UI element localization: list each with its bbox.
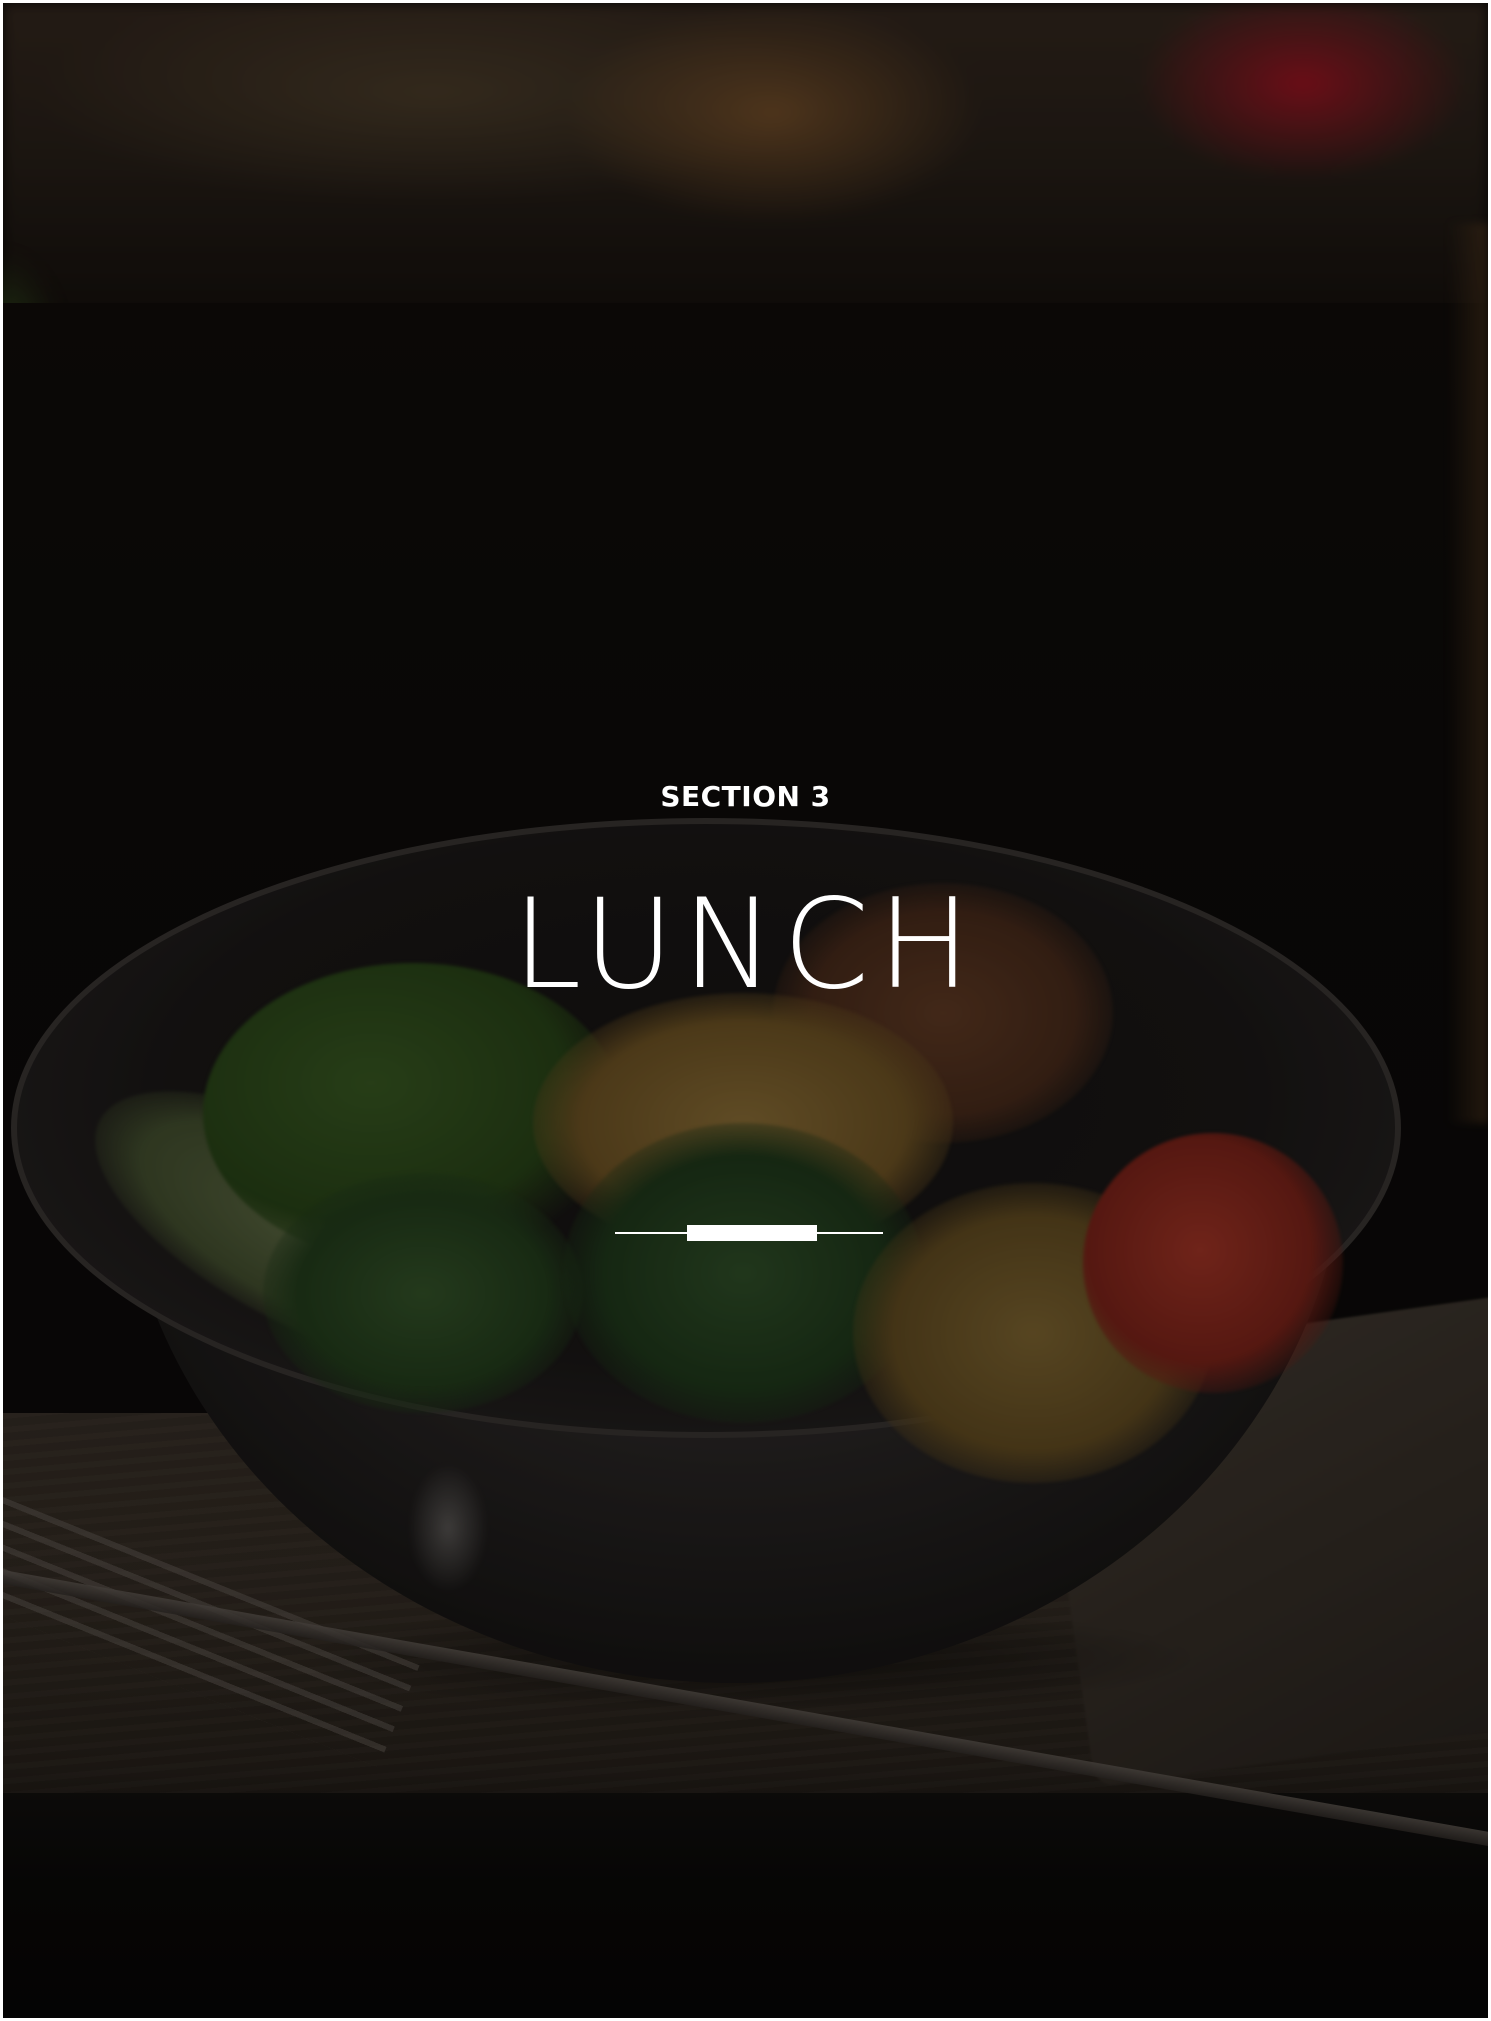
divider-bar xyxy=(687,1225,817,1241)
section-number-label: SECTION 3 xyxy=(660,780,831,813)
menu-section-page: SECTION 3 LUNCH xyxy=(3,3,1488,2018)
section-header: SECTION 3 LUNCH xyxy=(3,3,1488,2018)
section-title: LUNCH xyxy=(512,873,979,1017)
title-divider xyxy=(615,1225,883,1241)
